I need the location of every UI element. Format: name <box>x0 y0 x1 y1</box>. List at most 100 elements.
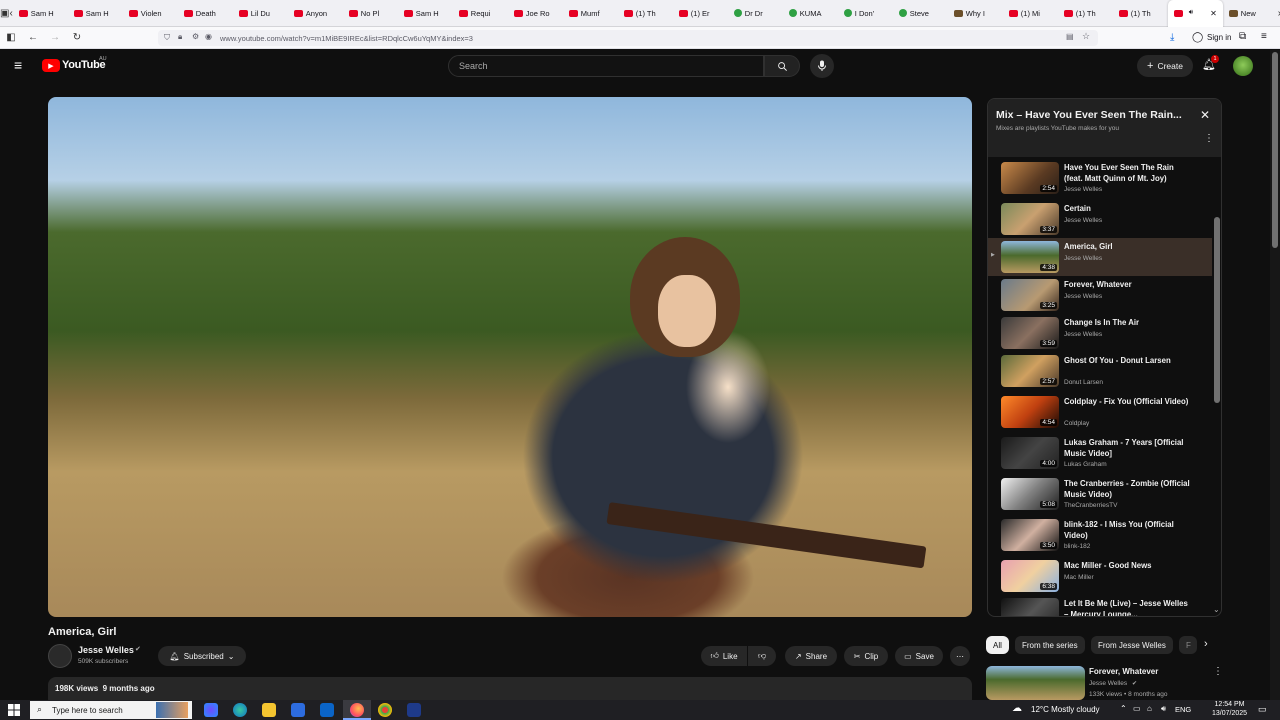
playlist-item-title[interactable]: Mac Miller - Good News <box>1064 560 1194 571</box>
chrome-icon[interactable] <box>378 703 392 717</box>
playlist-item-title[interactable]: America, Girl <box>1064 241 1194 252</box>
like-button[interactable]: 👍︎ Like <box>701 646 747 666</box>
more-actions-button[interactable]: ⋯ <box>950 646 970 666</box>
create-button[interactable]: + Create <box>1137 55 1193 77</box>
address-bar[interactable]: ⛉ 🔒︎ ⚙︎ ◉ www.youtube.com/watch?v=m1MiBE… <box>158 30 1098 46</box>
playlist-item-title[interactable]: Forever, Whatever <box>1064 279 1194 290</box>
browser-tab[interactable]: (1) Th <box>618 0 673 27</box>
weather-icon[interactable]: ☁ <box>1012 703 1022 714</box>
tab-list-icon[interactable]: ▣ <box>0 0 9 27</box>
playlist-item[interactable]: 5:08 The Cranberries - Zombie (Official M… <box>988 475 1212 516</box>
playlist-item-title[interactable]: Ghost Of You - Donut Larsen <box>1064 355 1194 366</box>
copilot-icon[interactable] <box>204 703 218 717</box>
outlook-icon[interactable] <box>320 703 334 717</box>
browser-tab[interactable]: Lil Du <box>233 0 288 27</box>
up-next-title[interactable]: Forever, Whatever <box>1089 667 1158 676</box>
playlist-item[interactable]: 3:37 Certain Jesse Welles <box>988 200 1212 238</box>
weather-text[interactable]: 12°C Mostly cloudy <box>1031 705 1100 714</box>
filter-chip[interactable]: From Jesse Welles <box>1091 636 1173 654</box>
playlist-item[interactable]: 2:57 Ghost Of You - Donut Larsen Donut Lar… <box>988 352 1212 393</box>
browser-tab[interactable]: I Don' <box>838 0 893 27</box>
save-button[interactable]: ▭ Save <box>895 646 943 666</box>
sign-in-link[interactable]: Sign in <box>1207 33 1231 42</box>
pinned-app-icon[interactable] <box>407 703 421 717</box>
playlist-item[interactable]: ▶ 4:38 America, Girl Jesse Welles <box>988 238 1212 276</box>
bookmark-star-icon[interactable]: ☆ <box>1082 31 1090 42</box>
browser-tab[interactable]: No Pl <box>343 0 398 27</box>
up-next-thumbnail[interactable] <box>986 666 1085 700</box>
page-scrollbar-thumb[interactable] <box>1272 52 1278 248</box>
language-indicator[interactable]: ENG <box>1175 705 1191 714</box>
account-icon[interactable]: ◯ <box>1192 32 1203 43</box>
browser-tab[interactable]: Sam H <box>68 0 123 27</box>
search-input[interactable]: Search <box>448 55 764 77</box>
app-menu-icon[interactable]: ≡ <box>1261 31 1267 42</box>
filter-chip[interactable]: From the series <box>1015 636 1085 654</box>
firefox-taskbar-active[interactable] <box>343 700 371 720</box>
playlist-scroll-down-icon[interactable]: ⌄ <box>1213 605 1220 614</box>
network-icon[interactable]: ⌂ <box>1147 704 1152 713</box>
up-next-channel[interactable]: Jesse Welles <box>1089 680 1127 687</box>
close-tab-icon[interactable]: ✕ <box>1210 9 1217 18</box>
playlist-item[interactable]: 4:54 Coldplay - Fix You (Official Video) C… <box>988 393 1212 434</box>
notification-center-icon[interactable]: ▭ <box>1258 704 1267 715</box>
browser-tab[interactable]: Dr Dr <box>728 0 783 27</box>
extensions-icon[interactable]: ⧉ <box>1239 31 1246 42</box>
reload-icon[interactable]: ↻ <box>66 27 88 49</box>
playlist-item-thumbnail[interactable]: 3:59 <box>1001 317 1059 349</box>
playlist-item-thumbnail[interactable] <box>1001 598 1059 616</box>
edge-icon[interactable] <box>233 703 247 717</box>
video-player[interactable] <box>48 97 972 617</box>
browser-tab[interactable]: Sam H <box>13 0 68 27</box>
browser-tab[interactable]: Sam H <box>398 0 453 27</box>
playlist-item-thumbnail[interactable]: 3:37 <box>1001 203 1059 235</box>
guide-menu-icon[interactable]: ≡ <box>14 57 22 73</box>
search-button[interactable] <box>764 55 800 77</box>
description-box[interactable]: 198K views 9 months ago <box>48 677 972 700</box>
taskbar-clock[interactable]: 12:54 PM 13/07/2025 <box>1212 700 1247 718</box>
volume-icon[interactable]: 🔊︎ <box>1161 704 1166 714</box>
up-next-more-icon[interactable]: ⋮ <box>1213 666 1223 677</box>
tray-overflow-icon[interactable]: ⌃ <box>1120 704 1127 713</box>
browser-tab[interactable]: (1) Th <box>1058 0 1113 27</box>
browser-tab[interactable]: Why I <box>948 0 1003 27</box>
browser-tab[interactable]: 🔊︎ ✕ <box>1167 0 1223 27</box>
youtube-logo-icon[interactable]: ▶ <box>42 59 60 72</box>
permissions-icon[interactable]: ⚙︎ <box>192 32 199 41</box>
lock-icon[interactable]: 🔒︎ <box>178 32 182 42</box>
voice-search-button[interactable] <box>810 54 834 78</box>
playlist-item[interactable]: 6:38 Mac Miller - Good News Mac Miller <box>988 557 1212 595</box>
clip-button[interactable]: ✂ Clip <box>844 646 888 666</box>
playlist-item[interactable]: 3:25 Forever, Whatever Jesse Welles <box>988 276 1212 314</box>
filter-chip[interactable]: F <box>1179 636 1197 654</box>
playlist-item-thumbnail[interactable]: 4:54 <box>1001 396 1059 428</box>
playlist-item-thumbnail[interactable]: 3:50 <box>1001 519 1059 551</box>
playlist-scrollbar[interactable] <box>1214 217 1220 403</box>
browser-tab[interactable]: (1) Mi <box>1003 0 1058 27</box>
playlist-item-thumbnail[interactable]: 3:25 <box>1001 279 1059 311</box>
playlist-item-title[interactable]: Lukas Graham - 7 Years [Official Music V… <box>1064 437 1194 459</box>
tracking-shield-icon[interactable]: ⛉ <box>164 33 170 43</box>
file-explorer-icon[interactable] <box>262 703 276 717</box>
browser-tab[interactable]: (1) Th <box>1113 0 1168 27</box>
playlist-item-title[interactable]: Coldplay - Fix You (Official Video) <box>1064 396 1194 407</box>
playlist-item-title[interactable]: blink-182 - I Miss You (Official Video) <box>1064 519 1194 541</box>
browser-tab[interactable]: Requi <box>453 0 508 27</box>
playlist-title[interactable]: Mix – Have You Ever Seen The Rain... <box>996 109 1196 121</box>
playlist-item[interactable]: 2:54 Have You Ever Seen The Rain (feat. M… <box>988 159 1212 200</box>
browser-tab[interactable]: Violen <box>123 0 178 27</box>
browser-tab[interactable]: KUMA <box>783 0 838 27</box>
playlist-item-thumbnail[interactable]: 4:38 <box>1001 241 1059 273</box>
browser-tab[interactable]: Death <box>178 0 233 27</box>
playlist-item-title[interactable]: The Cranberries - Zombie (Official Music… <box>1064 478 1194 500</box>
sidebar-toggle-icon[interactable]: ◧ <box>0 27 22 49</box>
playlist-item-title[interactable]: Let It Be Me (Live) – Jesse Welles – Mer… <box>1064 598 1194 616</box>
share-button[interactable]: ↗ Share <box>785 646 837 666</box>
user-avatar[interactable] <box>1233 56 1253 76</box>
playlist-item[interactable]: 3:50 blink-182 - I Miss You (Official Vid… <box>988 516 1212 557</box>
media-playing-icon[interactable]: ◉ <box>205 32 212 41</box>
filter-chip[interactable]: All <box>986 636 1009 654</box>
windows-start-icon[interactable] <box>8 704 20 716</box>
microsoft-store-icon[interactable] <box>291 703 305 717</box>
reader-view-icon[interactable]: ▤ <box>1066 32 1074 41</box>
